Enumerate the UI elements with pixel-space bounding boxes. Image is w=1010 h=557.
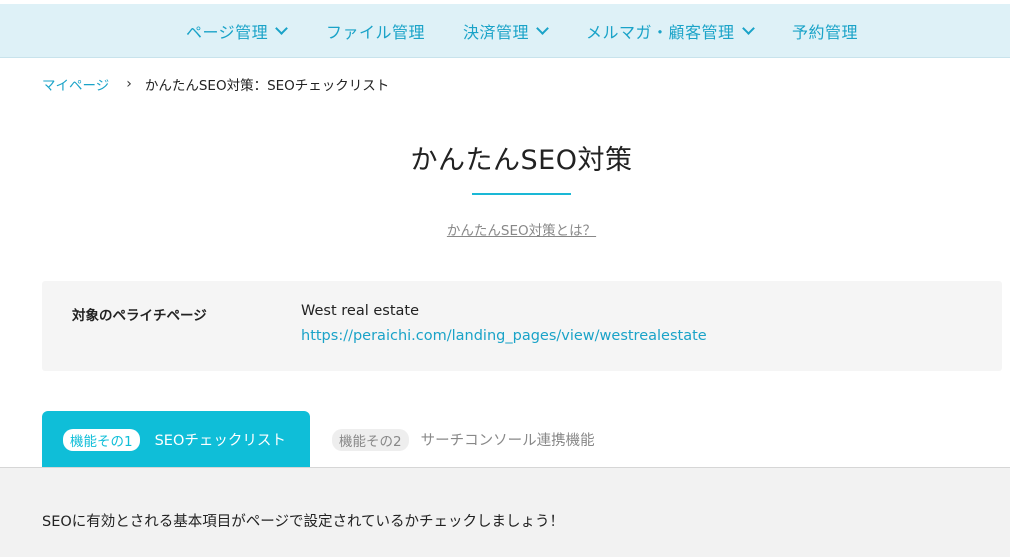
nav-item-mailmag-customer-management[interactable]: メルマガ・顧客管理: [586, 4, 755, 57]
chevron-down-icon: [741, 22, 755, 35]
target-page-box: 対象のペライチページ West real estate https://pera…: [42, 281, 1002, 371]
nav-item-reservation-management[interactable]: 予約管理: [792, 4, 858, 57]
breadcrumb-mypage-link[interactable]: マイページ: [42, 74, 109, 94]
title-underline: [472, 193, 571, 195]
tab-label: SEOチェックリスト: [154, 433, 286, 449]
chevron-down-icon: [536, 22, 549, 35]
tab-search-console[interactable]: 機能その2 サーチコンソール連携機能: [332, 411, 632, 468]
breadcrumb-separator: ›: [126, 76, 132, 92]
tab-badge: 機能その1: [63, 428, 140, 451]
tab-badge: 機能その2: [332, 428, 409, 451]
nav-item-payment-management[interactable]: 決済管理: [463, 4, 549, 57]
breadcrumb-current: かんたんSEO対策：SEOチェックリスト: [144, 78, 390, 94]
nav-item-label: 決済管理: [463, 22, 530, 42]
chevron-down-icon: [275, 22, 289, 35]
target-page-name: West real estate: [301, 303, 419, 319]
checklist-panel: SEOに有効とされる基本項目がページで設定されているかチェックしましょう！: [0, 467, 1010, 557]
top-navigation: ページ管理 ファイル管理 決済管理 メルマガ・顧客管理 予約管理: [0, 4, 1010, 58]
target-page-url-link[interactable]: https://peraichi.com/landing_pages/view/…: [301, 328, 707, 344]
nav-item-label: ページ管理: [186, 22, 269, 42]
checklist-intro-text: SEOに有効とされる基本項目がページで設定されているかチェックしましょう！: [42, 514, 565, 530]
breadcrumb: マイページ › かんたんSEO対策：SEOチェックリスト: [42, 74, 389, 94]
nav-item-page-management[interactable]: ページ管理: [186, 4, 289, 57]
nav-item-file-management[interactable]: ファイル管理: [326, 4, 425, 57]
nav-item-label: メルマガ・顧客管理: [586, 22, 735, 42]
about-seo-link[interactable]: かんたんSEO対策とは？: [0, 219, 1010, 239]
nav-item-label: ファイル管理: [326, 22, 426, 42]
nav-item-label: 予約管理: [792, 22, 859, 42]
tab-seo-checklist[interactable]: 機能その1 SEOチェックリスト: [42, 411, 310, 468]
target-page-label: 対象のペライチページ: [72, 308, 207, 324]
tab-label: サーチコンソール連携機能: [420, 433, 595, 449]
page-title: かんたんSEO対策: [410, 145, 633, 176]
